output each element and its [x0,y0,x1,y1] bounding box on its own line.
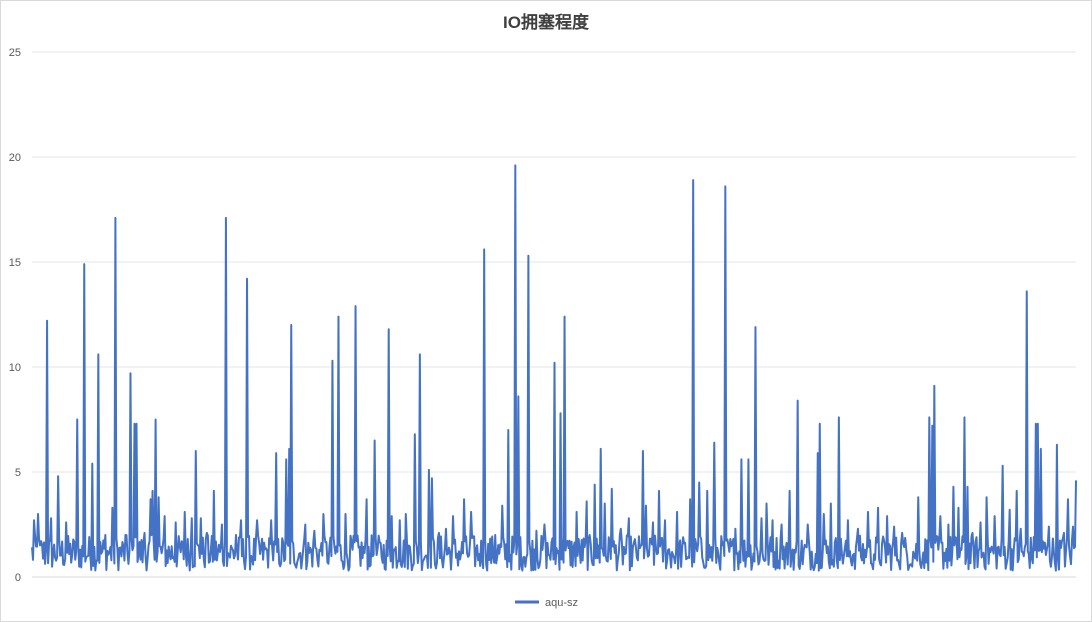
y-axis-tick-labels: 0 5 10 15 20 25 [9,47,21,584]
io-congestion-chart: IO拥塞程度 0 5 10 15 20 25 aqu-sz [9,12,1077,609]
y-tick-label: 20 [9,152,21,164]
legend-label-aqu-sz: aqu-sz [545,597,578,609]
y-tick-label: 0 [15,572,21,584]
y-tick-label: 15 [9,257,21,269]
y-tick-label: 25 [9,47,21,59]
chart-frame: IO拥塞程度 0 5 10 15 20 25 aqu-sz [0,0,1092,622]
chart-title: IO拥塞程度 [503,12,590,32]
y-tick-label: 5 [15,467,21,479]
legend: aqu-sz [515,597,578,609]
series-line-aqu-sz [31,164,1077,572]
y-tick-label: 10 [9,362,21,374]
